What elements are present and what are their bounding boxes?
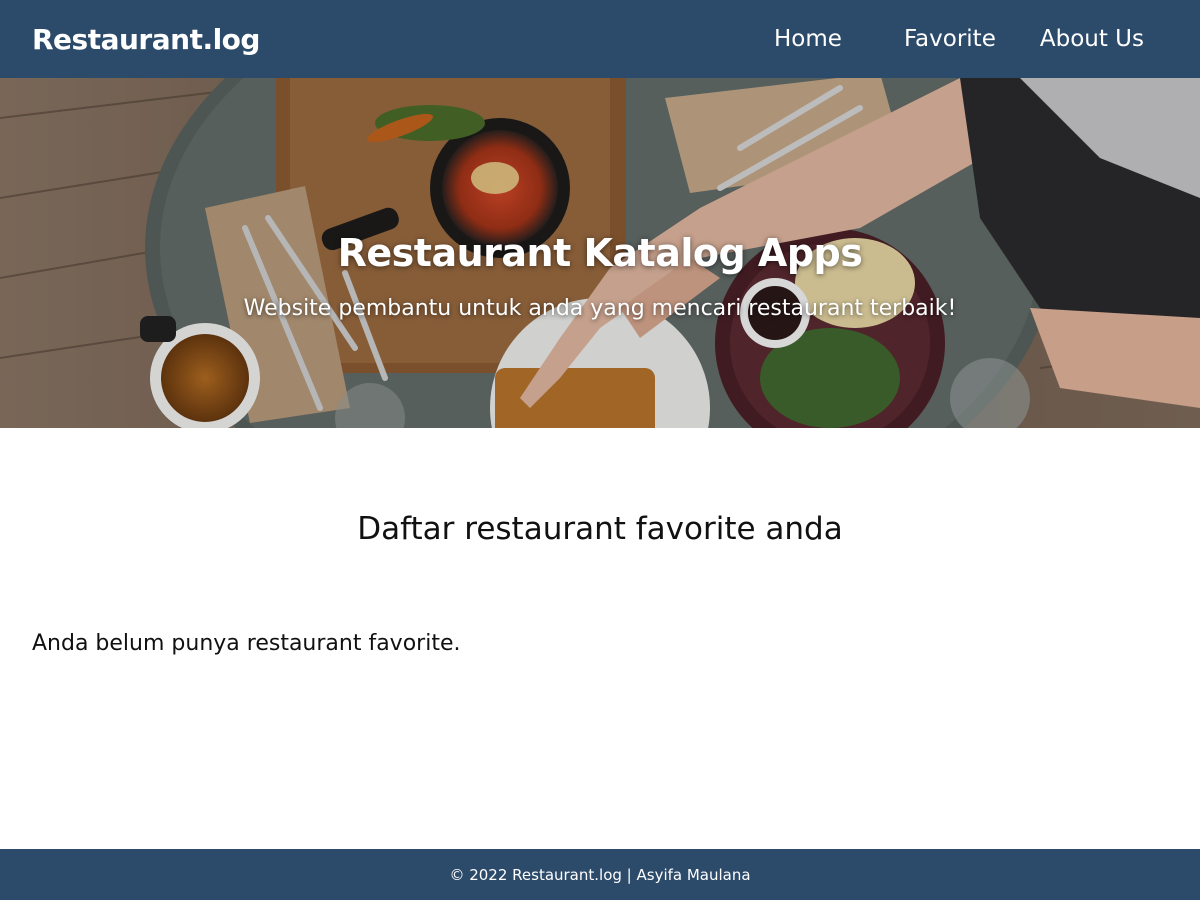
main-nav: Home Favorite About Us [712,26,1144,52]
nav-link-favorite[interactable]: Favorite [904,26,996,52]
hero-title: Restaurant Katalog Apps [337,231,863,276]
hero-banner: Restaurant Katalog Apps Website pembantu… [0,78,1200,428]
footer-copyright: © 2022 Restaurant.log | Asyifa Maulana [449,865,751,884]
favorite-list-heading: Daftar restaurant favorite anda [357,511,843,547]
brand-logo-link[interactable]: Restaurant.log [32,23,260,56]
app-bar: Restaurant.log Home Favorite About Us [0,0,1200,78]
nav-link-about-us[interactable]: About Us [1040,26,1144,52]
hero-tagline: Website pembantu untuk anda yang mencari… [243,296,957,321]
footer: © 2022 Restaurant.log | Asyifa Maulana [0,849,1200,900]
empty-favorites-message: Anda belum punya restaurant favorite. [32,631,461,656]
nav-link-home[interactable]: Home [774,26,842,52]
